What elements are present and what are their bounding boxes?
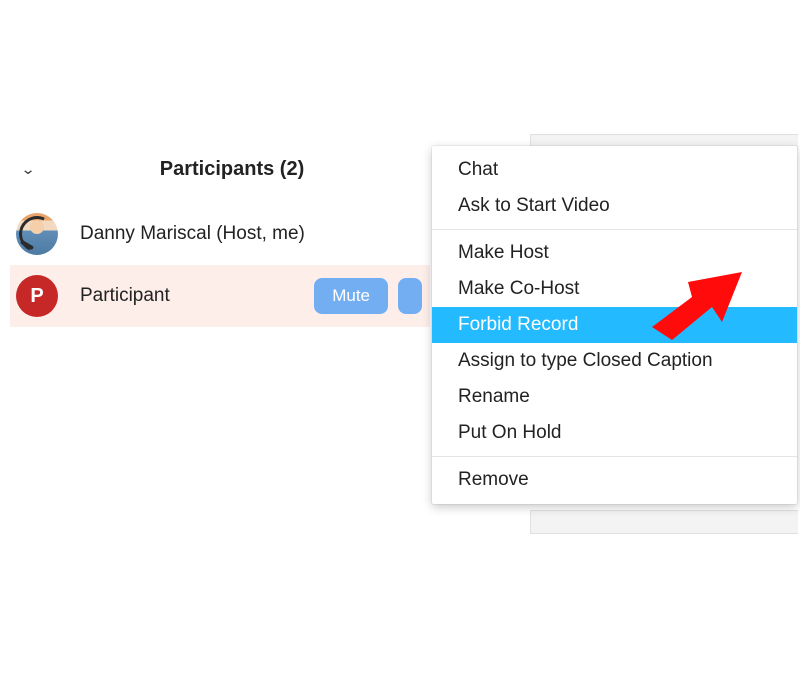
- menu-item-remove[interactable]: Remove: [432, 462, 797, 498]
- menu-separator: [432, 456, 797, 457]
- participant-actions: Mute .: [314, 278, 422, 314]
- menu-item-chat[interactable]: Chat: [432, 152, 797, 188]
- participant-name: Participant: [80, 285, 314, 307]
- avatar-letter: P: [16, 275, 58, 317]
- participants-panel: ⌄ Participants (2) Danny Mariscal (Host,…: [10, 150, 430, 327]
- background-stripe: [530, 510, 798, 534]
- headset-icon: [16, 213, 58, 255]
- participant-row-host[interactable]: Danny Mariscal (Host, me): [10, 203, 430, 265]
- participant-row[interactable]: P Participant Mute .: [10, 265, 430, 327]
- menu-item-ask-start-video[interactable]: Ask to Start Video: [432, 188, 797, 224]
- participants-title: Participants (2): [40, 158, 424, 181]
- participant-context-menu: Chat Ask to Start Video Make Host Make C…: [432, 146, 797, 504]
- menu-item-assign-cc[interactable]: Assign to type Closed Caption: [432, 343, 797, 379]
- mute-button[interactable]: Mute: [314, 278, 388, 314]
- more-button[interactable]: .: [398, 278, 422, 314]
- participants-header: ⌄ Participants (2): [10, 150, 430, 203]
- menu-item-make-host[interactable]: Make Host: [432, 235, 797, 271]
- menu-item-make-cohost[interactable]: Make Co-Host: [432, 271, 797, 307]
- menu-item-forbid-record[interactable]: Forbid Record: [432, 307, 797, 343]
- menu-separator: [432, 229, 797, 230]
- avatar-photo: [16, 213, 58, 255]
- avatar-initial: P: [30, 285, 43, 308]
- menu-item-rename[interactable]: Rename: [432, 379, 797, 415]
- participant-name: Danny Mariscal (Host, me): [80, 223, 422, 245]
- menu-item-put-on-hold[interactable]: Put On Hold: [432, 415, 797, 451]
- chevron-down-icon[interactable]: ⌄: [16, 161, 40, 178]
